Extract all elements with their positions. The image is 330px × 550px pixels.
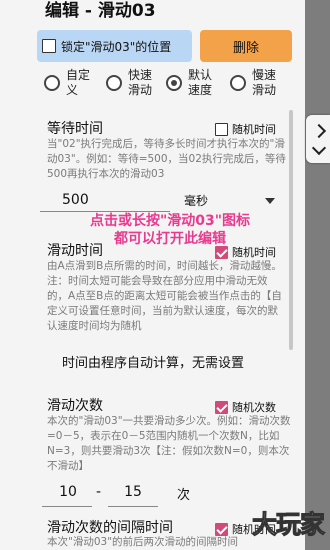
lock-label: 锁定"滑动03"的位置 — [61, 39, 172, 54]
wait-time-title: 等待时间 — [47, 121, 103, 137]
radio-circle — [106, 75, 122, 91]
radio-circle — [230, 75, 246, 91]
count-min-underline — [42, 506, 92, 507]
dialog-title: 编辑 - 滑动03 — [45, 1, 156, 21]
wait-random-checkbox[interactable] — [215, 122, 228, 136]
radio-circle — [44, 75, 60, 91]
slide-count-title: 滑动次数 — [47, 398, 103, 414]
chevron-down-icon[interactable] — [265, 198, 275, 204]
radio-default[interactable]: 默认速度 — [166, 68, 214, 98]
count-random-label: 随机次数 — [232, 401, 276, 414]
radio-label: 自定义 — [66, 68, 91, 97]
wait-time-desc: 当"02"执行完成后，等待多长时间才执行本次的"滑动03"。例如：等待=500，… — [47, 138, 286, 180]
lock-position-button[interactable]: 锁定"滑动03"的位置 — [37, 30, 192, 62]
radio-label: 慢速滑动 — [252, 68, 277, 97]
tip-line-2: 都可以打开此编辑 — [114, 231, 226, 247]
chevron-down-icon — [311, 140, 327, 156]
wait-random-label: 随机时间 — [232, 123, 276, 136]
wait-unit-select[interactable]: 毫秒 — [184, 192, 208, 209]
range-separator: - — [96, 484, 102, 500]
delete-button[interactable]: 删除 — [200, 30, 292, 62]
count-random-toggle[interactable]: 随机次数 — [215, 399, 276, 415]
auto-calc-note: 时间由程序自动计算，无需设置 — [62, 356, 245, 371]
collapse-arrows-icon[interactable] — [306, 115, 330, 163]
radio-custom[interactable]: 自定义 — [44, 68, 92, 98]
chevron-right-icon — [311, 123, 327, 139]
watermark-logo: 大玩家 — [252, 510, 326, 540]
count-unit: 次 — [177, 488, 191, 503]
interval-title: 滑动次数的间隔时间 — [47, 520, 173, 536]
slide-time-desc: 由A点滑到B点所需的时间，时间越长，滑动越慢。注：时间太短可能会导致在部分应用中… — [47, 260, 282, 332]
count-max-underline — [108, 506, 158, 507]
tip-line-1: 点击或长按"滑动03"图标 — [89, 213, 251, 229]
slide-count-desc: 本次的"滑动03"一共要滑动多少次。例如：滑动次数=0－5，表示在0－5范围内随… — [47, 415, 291, 472]
lock-checkbox[interactable] — [42, 39, 56, 53]
radio-label: 快速滑动 — [128, 68, 153, 97]
count-max-input[interactable]: 15 — [110, 484, 156, 500]
count-min-input[interactable]: 10 — [45, 484, 91, 500]
speed-radio-group: 自定义 快速滑动 默认速度 慢速滑动 — [40, 68, 302, 104]
radio-fast[interactable]: 快速滑动 — [106, 68, 154, 98]
radio-label: 默认速度 — [188, 68, 213, 97]
radio-slow[interactable]: 慢速滑动 — [230, 68, 278, 98]
interval-random-checkbox[interactable] — [215, 522, 228, 536]
edit-tip-overlay: 点击或长按"滑动03"图标 都可以打开此编辑 — [45, 212, 295, 248]
wait-value-input[interactable]: 500 — [62, 192, 89, 208]
radio-circle-selected — [166, 75, 182, 91]
edit-dialog: 编辑 - 滑动03 锁定"滑动03"的位置 删除 自定义 快速滑动 默认速度 慢… — [0, 0, 305, 550]
wait-random-toggle[interactable]: 随机时间 — [215, 121, 276, 137]
count-random-checkbox[interactable] — [215, 400, 228, 414]
